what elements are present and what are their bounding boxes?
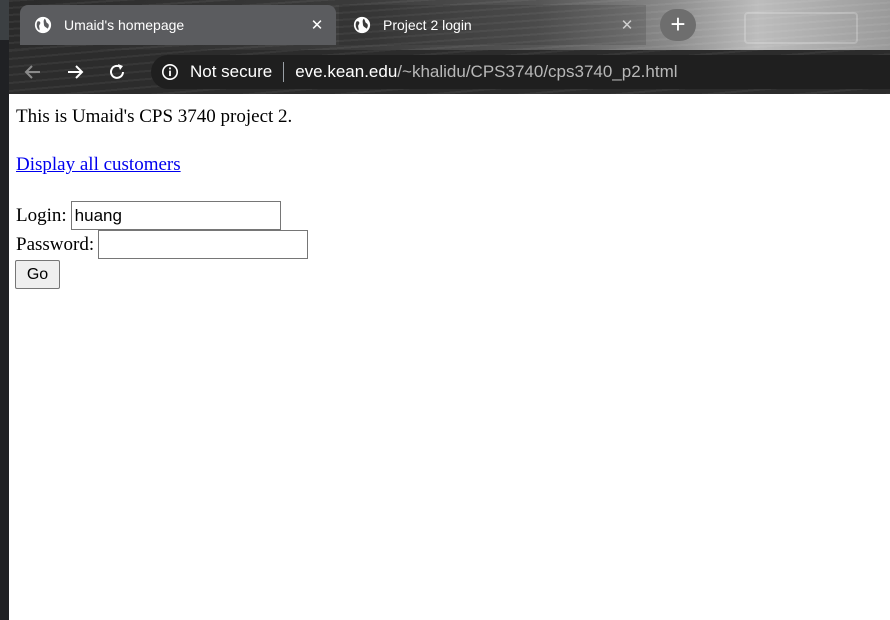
page-content: This is Umaid's CPS 3740 project 2. Disp… [9, 94, 890, 620]
tab-strip: Umaid's homepage ✕ Project 2 login ✕ + [9, 0, 890, 50]
arrow-right-icon [68, 65, 84, 79]
password-label: Password: [16, 233, 95, 255]
security-status[interactable]: Not secure [190, 62, 272, 82]
tab-title: Umaid's homepage [64, 17, 185, 33]
globe-icon [34, 16, 52, 34]
address-separator [283, 62, 285, 82]
forward-button[interactable] [59, 56, 91, 88]
display-customers-link[interactable]: Display all customers [16, 154, 181, 176]
new-tab-button[interactable]: + [660, 9, 696, 41]
globe-icon [353, 16, 371, 34]
theme-decoration [744, 12, 858, 44]
url-path: /~khalidu/CPS3740/cps3740_p2.html [397, 62, 678, 81]
reload-button[interactable] [101, 56, 133, 88]
close-tab-icon[interactable]: ✕ [308, 16, 326, 34]
window-left-edge [0, 0, 9, 620]
info-icon[interactable] [161, 63, 179, 81]
reload-icon [110, 64, 124, 79]
address-bar[interactable]: Not secure eve.kean.edu /~khalidu/CPS374… [151, 55, 890, 89]
login-label: Login: [16, 204, 67, 226]
browser-toolbar: Not secure eve.kean.edu /~khalidu/CPS374… [9, 50, 890, 94]
intro-text: This is Umaid's CPS 3740 project 2. [16, 106, 293, 127]
tab-umaids-homepage[interactable]: Umaid's homepage ✕ [20, 5, 336, 45]
tab-project-2-login[interactable]: Project 2 login ✕ [339, 5, 646, 45]
tab-title: Project 2 login [383, 17, 472, 33]
arrow-left-icon [24, 65, 40, 79]
back-button[interactable] [17, 56, 49, 88]
login-input[interactable] [70, 201, 281, 230]
login-row: Login: [16, 201, 281, 230]
password-row: Password: [16, 230, 309, 259]
window-left-edge-top [0, 0, 9, 40]
close-tab-icon[interactable]: ✕ [618, 16, 636, 34]
url-host: eve.kean.edu [295, 62, 398, 81]
password-input[interactable] [98, 230, 309, 259]
go-button[interactable]: Go [15, 260, 60, 289]
